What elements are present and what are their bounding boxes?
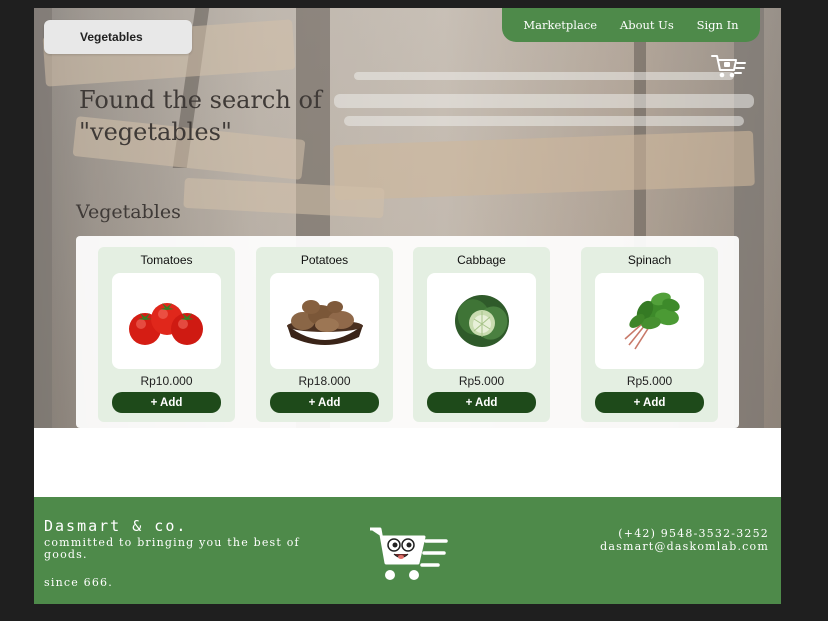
- product-card-spinach: Spinach Rp5.000 + Add: [581, 247, 718, 422]
- product-image-cabbage: [427, 273, 536, 369]
- product-price: Rp18.000: [298, 374, 351, 388]
- section-title: Vegetables: [76, 201, 181, 223]
- product-name: Spinach: [627, 253, 672, 267]
- nav-sign-in[interactable]: Sign In: [697, 18, 739, 32]
- search-chip[interactable]: Vegetables: [44, 20, 192, 54]
- cart-mascot-logo: [370, 527, 448, 580]
- search-result-headline: Found the search of "vegetables": [79, 86, 322, 146]
- product-image-potatoes: [270, 273, 379, 369]
- product-image-tomatoes: [112, 273, 221, 369]
- product-card-tomatoes: Tomatoes Rp10.000 + Add: [98, 247, 235, 422]
- footer-since: since 666.: [44, 576, 113, 589]
- product-name: Potatoes: [300, 253, 349, 267]
- product-card-potatoes: Potatoes Rp18.000 + Add: [256, 247, 393, 422]
- add-button-tomatoes[interactable]: + Add: [112, 392, 221, 413]
- add-button-cabbage[interactable]: + Add: [427, 392, 536, 413]
- add-button-spinach[interactable]: + Add: [595, 392, 704, 413]
- product-image-spinach: [595, 273, 704, 369]
- product-card-cabbage: Cabbage Rp5.000 + Add: [413, 247, 550, 422]
- nav-about-us[interactable]: About Us: [620, 18, 674, 32]
- add-button-potatoes[interactable]: + Add: [270, 392, 379, 413]
- footer-tagline: committed to bringing you the best of go…: [44, 536, 300, 561]
- top-nav: Marketplace About Us Sign In: [502, 8, 760, 42]
- footer-brand: Dasmart & co.: [44, 517, 188, 535]
- page: Vegetables Marketplace About Us Sign In …: [34, 8, 781, 604]
- product-name: Tomatoes: [140, 253, 193, 267]
- product-price: Rp10.000: [140, 374, 193, 388]
- nav-marketplace[interactable]: Marketplace: [523, 18, 597, 32]
- cart-icon[interactable]: [710, 52, 746, 80]
- footer-contact: (+42) 9548-3532-3252 dasmart@daskomlab.c…: [600, 527, 769, 553]
- product-price: Rp5.000: [626, 374, 673, 388]
- footer: Dasmart & co. committed to bringing you …: [34, 497, 781, 604]
- hero-banner: Vegetables Marketplace About Us Sign In …: [34, 8, 781, 428]
- footer-email[interactable]: dasmart@daskomlab.com: [600, 540, 769, 553]
- footer-phone: (+42) 9548-3532-3252: [618, 527, 769, 540]
- product-grid: Tomatoes Rp10.000 + Add Potatoes Rp18.00…: [76, 236, 739, 428]
- product-name: Cabbage: [457, 253, 506, 267]
- product-price: Rp5.000: [458, 374, 505, 388]
